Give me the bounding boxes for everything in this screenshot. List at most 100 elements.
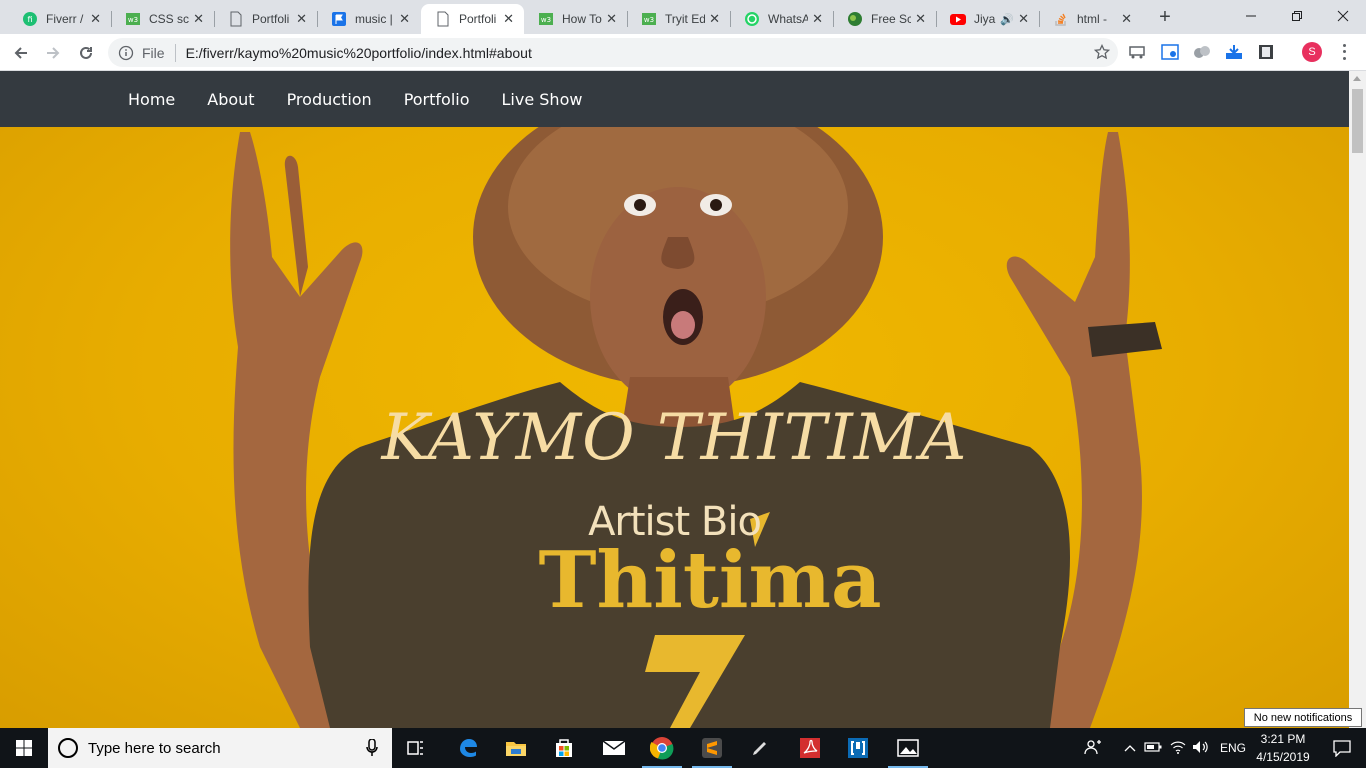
- tab-close-icon[interactable]: ✕: [90, 12, 101, 26]
- microphone-icon[interactable]: [366, 738, 378, 761]
- cast-extension-icon[interactable]: [1128, 42, 1148, 62]
- show-hidden-icons-icon[interactable]: [1124, 741, 1136, 755]
- close-window-button[interactable]: [1320, 0, 1366, 32]
- tab-close-icon[interactable]: ✕: [399, 12, 410, 26]
- flag-icon: [331, 11, 347, 27]
- tab-music[interactable]: music | ✕: [317, 4, 420, 34]
- youtube-icon: [950, 11, 966, 27]
- fiverr-icon: fi: [22, 11, 38, 27]
- page-icon: [228, 11, 244, 27]
- edge-icon[interactable]: [444, 728, 492, 768]
- people-icon[interactable]: [1084, 739, 1102, 758]
- file-explorer-icon[interactable]: [492, 728, 540, 768]
- film-extension-icon[interactable]: [1256, 42, 1276, 62]
- tab-title: Tryit Ed: [665, 12, 705, 26]
- tab-fiverr[interactable]: fi Fiverr / ✕: [8, 4, 112, 34]
- taskbar-search[interactable]: Type here to search: [48, 728, 392, 768]
- svg-text:fi: fi: [27, 15, 32, 24]
- battery-icon[interactable]: [1144, 741, 1162, 755]
- tab-title: CSS scr: [149, 12, 189, 26]
- tab-title: Fiverr /: [46, 12, 84, 26]
- new-tab-button[interactable]: +: [1154, 6, 1176, 28]
- sublime-text-icon[interactable]: [688, 728, 736, 768]
- photos-icon[interactable]: [884, 728, 932, 768]
- mail-icon[interactable]: [590, 728, 638, 768]
- task-view-icon[interactable]: [392, 728, 440, 768]
- restore-button[interactable]: [1274, 0, 1320, 32]
- page-viewport: Home About Production Portfolio Live Sho…: [0, 71, 1349, 728]
- tab-free-sc[interactable]: Free Sc ✕: [833, 4, 937, 34]
- windows-taskbar: Type here to search ENG 3:21 PM 4/15/201…: [0, 728, 1366, 768]
- system-clock[interactable]: 3:21 PM 4/15/2019: [1248, 730, 1318, 766]
- tab-portfolio-1[interactable]: Portfoli ✕: [214, 4, 318, 34]
- tab-title: Portfoli: [459, 12, 497, 26]
- tab-title: Free Sc: [871, 12, 911, 26]
- tab-close-icon[interactable]: ✕: [915, 12, 926, 26]
- tab-portfolio-active[interactable]: Portfoli ✕: [421, 4, 524, 34]
- wifi-icon[interactable]: [1170, 740, 1186, 757]
- tab-title: WhatsA: [768, 12, 808, 26]
- windows-logo-icon: [16, 740, 32, 756]
- page-icon: [435, 11, 451, 27]
- tab-close-icon[interactable]: ✕: [296, 12, 307, 26]
- speaker-icon: 🔊: [1000, 13, 1014, 26]
- site-navbar: Home About Production Portfolio Live Sho…: [0, 71, 1349, 127]
- back-button[interactable]: [8, 40, 34, 66]
- svg-text:w3: w3: [644, 16, 654, 24]
- info-icon[interactable]: [118, 45, 134, 61]
- tab-close-icon[interactable]: ✕: [709, 12, 720, 26]
- tab-stackoverflow[interactable]: html - ✕: [1039, 4, 1142, 34]
- shirt-print-text: Thitima: [538, 535, 881, 626]
- nav-production[interactable]: Production: [271, 90, 388, 109]
- pen-tool-icon[interactable]: [736, 728, 784, 768]
- start-button[interactable]: [0, 728, 48, 768]
- tab-tryit[interactable]: w3 Tryit Ed ✕: [627, 4, 731, 34]
- cube-extension-icon[interactable]: [1192, 42, 1212, 62]
- tab-how-to[interactable]: w3 How To ✕: [524, 4, 628, 34]
- w3schools-icon: w3: [641, 11, 657, 27]
- browser-toolbar: File E:/fiverr/kaymo%20music%20portfolio…: [0, 34, 1366, 71]
- tab-close-icon[interactable]: ✕: [1121, 12, 1132, 26]
- profile-avatar[interactable]: S: [1302, 42, 1322, 62]
- nav-home[interactable]: Home: [112, 90, 191, 109]
- scrollbar-thumb[interactable]: [1352, 89, 1363, 153]
- url-text[interactable]: E:/fiverr/kaymo%20music%20portfolio/inde…: [186, 45, 532, 61]
- tab-title: html -: [1077, 12, 1107, 26]
- page-scrollbar[interactable]: [1349, 71, 1366, 728]
- address-bar[interactable]: File E:/fiverr/kaymo%20music%20portfolio…: [108, 38, 1118, 67]
- tab-youtube[interactable]: Jiya 🔊 ✕: [936, 4, 1040, 34]
- nav-live-show[interactable]: Live Show: [486, 90, 599, 109]
- clock-date: 4/15/2019: [1256, 750, 1310, 764]
- acrobat-icon[interactable]: [786, 728, 834, 768]
- nav-about[interactable]: About: [191, 90, 270, 109]
- tab-css-scroll[interactable]: w3 CSS scr ✕: [111, 4, 215, 34]
- chrome-icon[interactable]: [638, 728, 686, 768]
- browser-tab-strip: fi Fiverr / ✕ w3 CSS scr ✕ Portfoli ✕ mu…: [0, 0, 1366, 34]
- nav-portfolio[interactable]: Portfolio: [388, 90, 486, 109]
- tab-close-icon[interactable]: ✕: [193, 12, 204, 26]
- forward-button[interactable]: [40, 40, 66, 66]
- tab-close-icon[interactable]: ✕: [503, 12, 514, 26]
- svg-text:w3: w3: [541, 16, 551, 24]
- app-bracket-icon[interactable]: [834, 728, 882, 768]
- scroll-up-icon[interactable]: [1353, 76, 1361, 81]
- tab-title: How To: [562, 12, 602, 26]
- bookmark-star-icon[interactable]: [1093, 43, 1111, 63]
- action-center-icon[interactable]: [1318, 728, 1366, 768]
- tab-close-icon[interactable]: ✕: [606, 12, 617, 26]
- volume-icon[interactable]: [1192, 740, 1210, 757]
- browser-menu-icon[interactable]: [1338, 42, 1350, 62]
- clock-time: 3:21 PM: [1260, 732, 1306, 746]
- tab-close-icon[interactable]: ✕: [812, 12, 823, 26]
- download-extension-icon[interactable]: [1224, 42, 1244, 62]
- language-indicator[interactable]: ENG: [1220, 741, 1246, 755]
- hero-section: Thitima KAYMO THITIMA Artist Bio: [0, 127, 1349, 728]
- tab-whatsapp[interactable]: WhatsA ✕: [730, 4, 834, 34]
- store-icon[interactable]: [540, 728, 588, 768]
- hero-title: KAYMO THITIMA: [381, 401, 968, 475]
- screenshot-extension-icon[interactable]: [1160, 42, 1180, 62]
- tab-close-icon[interactable]: ✕: [1018, 12, 1029, 26]
- minimize-button[interactable]: [1228, 0, 1274, 32]
- reload-button[interactable]: [73, 40, 99, 66]
- tab-title: Jiya: [974, 12, 996, 26]
